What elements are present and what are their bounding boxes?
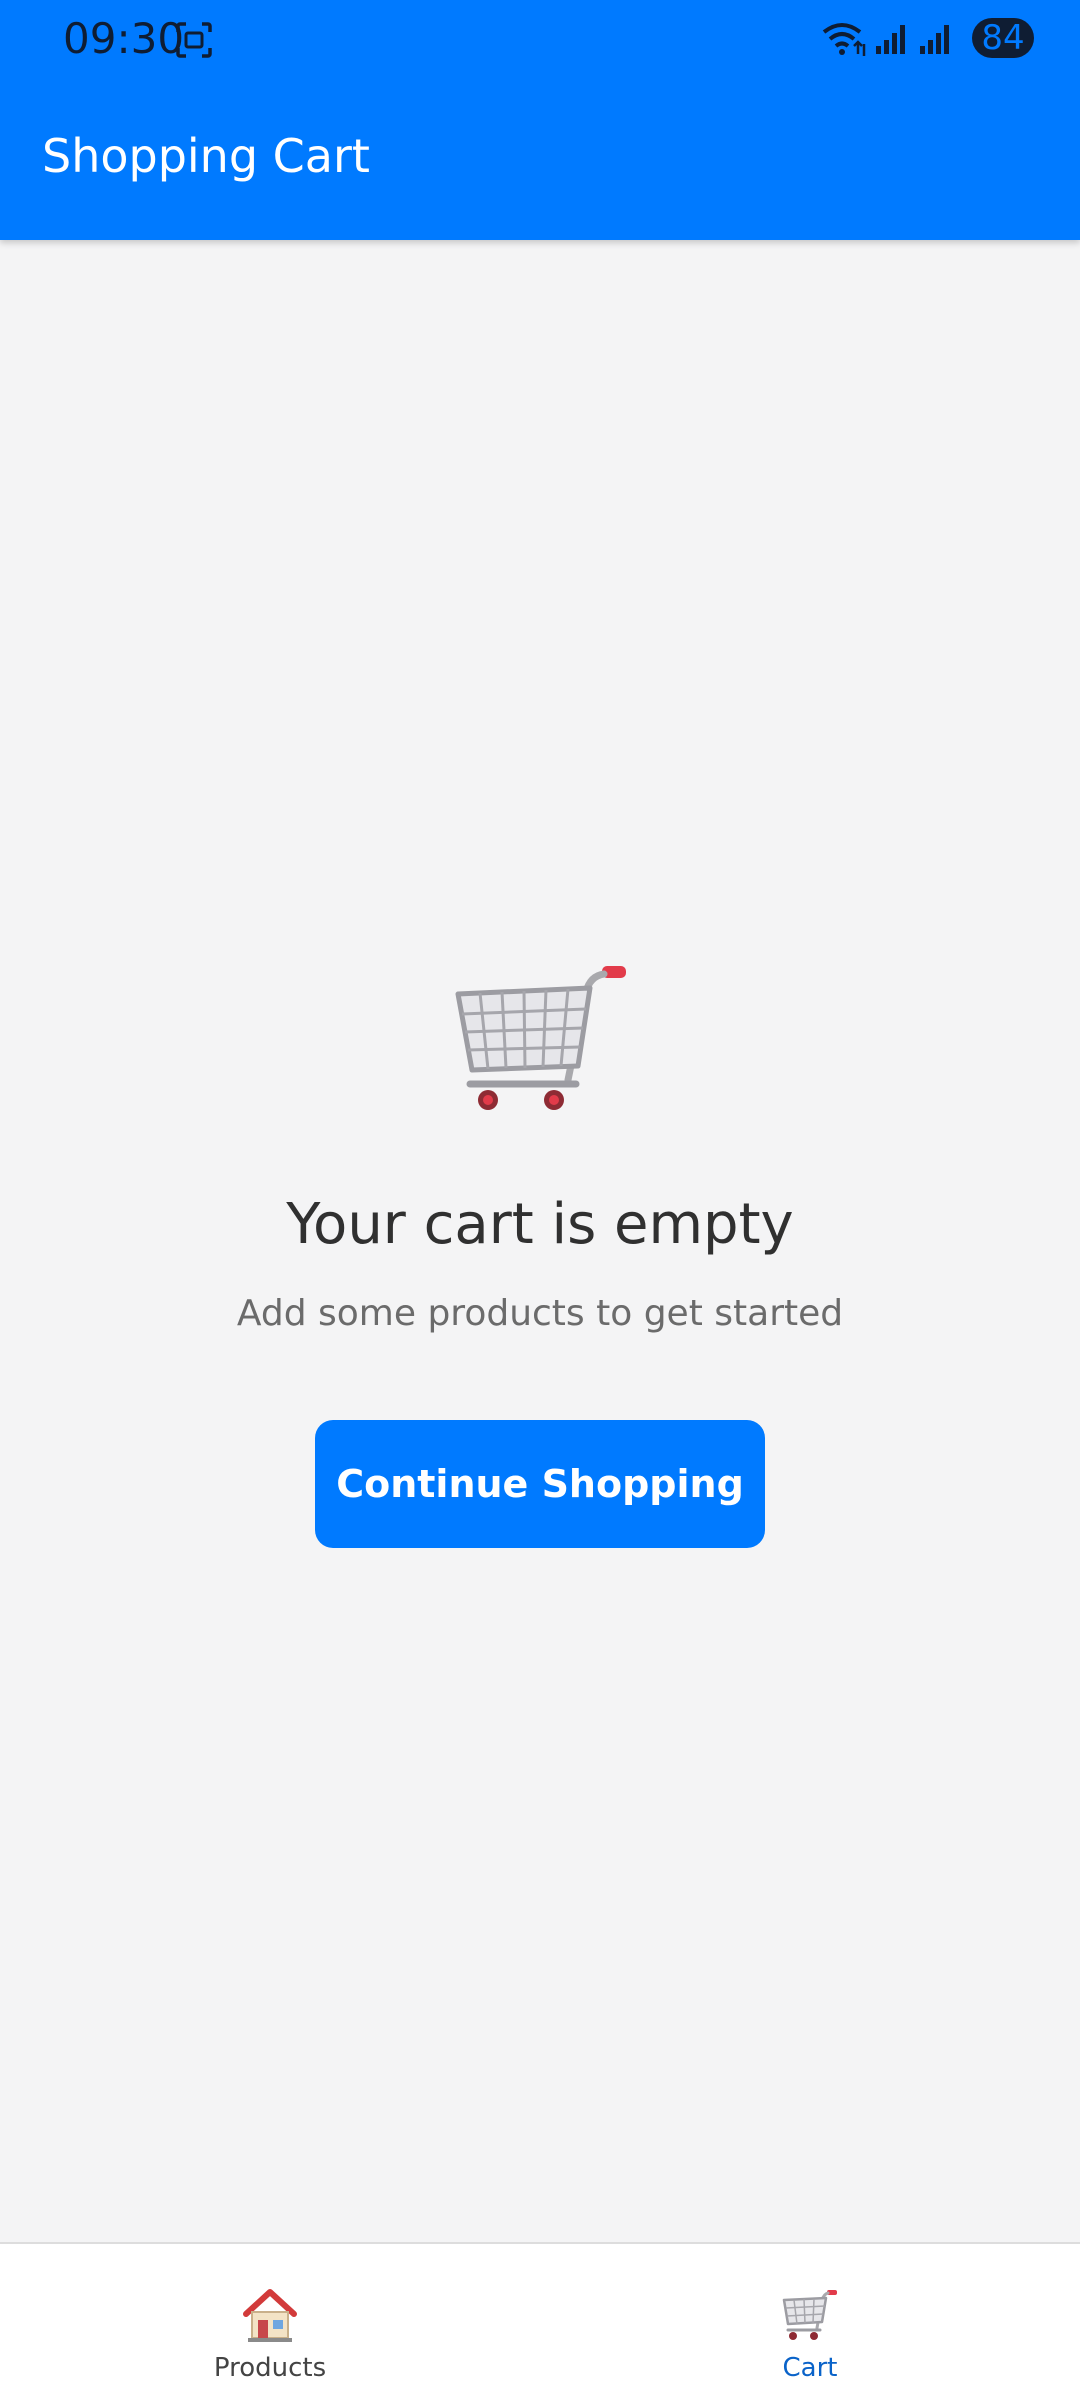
nav-item-products[interactable]: Products bbox=[0, 2244, 540, 2402]
empty-cart-title: Your cart is empty bbox=[286, 1192, 794, 1257]
wifi-icon bbox=[822, 23, 866, 56]
status-icons: 84 bbox=[820, 14, 1080, 64]
shopping-cart-icon bbox=[455, 966, 626, 1110]
bottom-nav: Products Cart bbox=[0, 2242, 1080, 2402]
status-time: 09:30 bbox=[63, 14, 185, 63]
signal-icon bbox=[876, 25, 905, 54]
page-title: Shopping Cart bbox=[42, 129, 370, 183]
house-icon bbox=[243, 2289, 297, 2342]
continue-shopping-button[interactable]: Continue Shopping bbox=[315, 1420, 765, 1548]
app-header: 09:30 84 Shopping Cart bbox=[0, 0, 1080, 240]
nav-label-products: Products bbox=[213, 2353, 327, 2383]
nav-label-cart: Cart bbox=[782, 2353, 838, 2383]
nav-item-cart[interactable]: Cart bbox=[540, 2244, 1080, 2402]
empty-cart-subtitle: Add some products to get started bbox=[236, 1293, 844, 1334]
battery-indicator: 84 bbox=[972, 18, 1034, 58]
shopping-cart-icon bbox=[782, 2290, 837, 2340]
screenshot-icon bbox=[176, 22, 212, 58]
signal-icon-secondary bbox=[920, 25, 949, 54]
